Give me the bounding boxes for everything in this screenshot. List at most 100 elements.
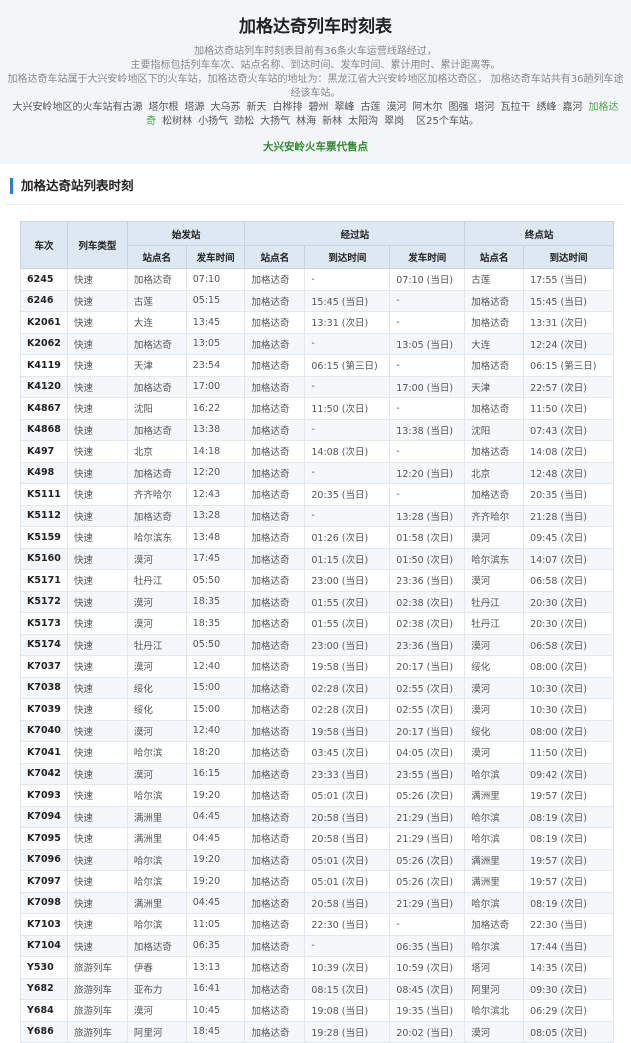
cell-train-number[interactable]: K7094: [20, 805, 68, 828]
cell-origin-depart: 19:20: [185, 870, 246, 893]
cell-train-number[interactable]: K2062: [20, 332, 68, 355]
cell-origin-station: 漠河: [126, 999, 187, 1022]
cell-via-station: 加格达奇: [244, 612, 306, 635]
cell-train-number[interactable]: K5173: [20, 612, 68, 635]
cell-train-number[interactable]: K4120: [20, 375, 68, 398]
cell-train-type: 快速: [66, 719, 128, 742]
cell-train-number[interactable]: K497: [20, 440, 68, 463]
cell-train-number[interactable]: K7093: [20, 784, 68, 807]
table-row: K7042 快速 漠河 16:15 加格达奇 23:33 (当日) 23:55 (当日) 哈尔…: [20, 762, 614, 785]
cell-train-number[interactable]: Y686: [20, 1020, 68, 1043]
cell-train-type: 快速: [66, 891, 128, 914]
cell-origin-depart: 15:00: [185, 676, 246, 699]
cell-train-number[interactable]: K7096: [20, 848, 68, 871]
city-item[interactable]: 劲松: [234, 116, 254, 127]
cell-dest-station: 漠河: [464, 633, 525, 656]
city-item[interactable]: 塔河: [475, 102, 495, 113]
city-item[interactable]: 绣峰: [537, 102, 557, 113]
city-item[interactable]: 塔尔根: [149, 102, 179, 113]
cell-train-number[interactable]: K7042: [20, 762, 68, 785]
cell-origin-depart: 05:50: [185, 569, 246, 592]
city-item[interactable]: 漠河: [387, 102, 407, 113]
city-item[interactable]: 林海: [296, 116, 316, 127]
city-item[interactable]: 嘉河: [563, 102, 583, 113]
col-sub-origin-depart: 发车时间: [185, 245, 246, 269]
cell-train-number[interactable]: K4868: [20, 418, 68, 441]
cell-dest-station: 哈尔滨: [464, 762, 525, 785]
cell-train-number[interactable]: K5171: [20, 569, 68, 592]
cell-dest-arrive: 08:19 (次日): [523, 891, 614, 914]
city-item[interactable]: 新林: [322, 116, 342, 127]
city-item[interactable]: 图强: [449, 102, 469, 113]
cell-train-number[interactable]: K4867: [20, 397, 68, 420]
table-row: K4119 快速 天津 23:54 加格达奇 06:15 (第三日) - 加格达奇 06:15 …: [20, 354, 614, 377]
cell-dest-arrive: 12:24 (次日): [523, 332, 614, 355]
cell-train-number[interactable]: K7037: [20, 655, 68, 678]
city-item[interactable]: 古莲: [361, 102, 381, 113]
table-row: K7103 快速 哈尔滨 11:05 加格达奇 22:30 (当日) - 加格达奇 22:30 …: [20, 913, 614, 936]
cell-origin-station: 沈阳: [126, 397, 187, 420]
city-item[interactable]: 古源: [123, 102, 143, 113]
table-row: K5160 快速 漠河 17:45 加格达奇 01:15 (次日) 01:50 (次日) 哈尔…: [20, 547, 614, 570]
cell-train-type: 快速: [66, 913, 128, 936]
cell-train-number[interactable]: K2061: [20, 311, 68, 334]
cell-via-station: 加格达奇: [244, 461, 306, 484]
cell-via-arrive: 08:15 (次日): [304, 977, 391, 1000]
cell-train-number[interactable]: Y530: [20, 956, 68, 979]
cell-train-number[interactable]: K5172: [20, 590, 68, 613]
city-item[interactable]: 松树林: [162, 116, 192, 127]
city-item[interactable]: 碧州: [309, 102, 329, 113]
cell-train-number[interactable]: K5112: [20, 504, 68, 527]
cell-via-arrive: -: [304, 375, 391, 398]
cell-train-number[interactable]: Y682: [20, 977, 68, 1000]
cell-via-station: 加格达奇: [244, 418, 306, 441]
cell-dest-station: 天津: [464, 375, 525, 398]
city-item[interactable]: 大乌苏: [211, 102, 241, 113]
table-row: Y686 旅游列车 阿里河 18:45 加格达奇 19:28 (当日) 20:02 (当日)…: [20, 1020, 614, 1043]
city-item[interactable]: 瓦拉干: [501, 102, 531, 113]
table-row: K4867 快速 沈阳 16:22 加格达奇 11:50 (次日) - 加格达奇 11:50 (…: [20, 397, 614, 420]
city-item[interactable]: 塔源: [185, 102, 205, 113]
cell-origin-depart: 12:40: [185, 655, 246, 678]
ticket-agency-link[interactable]: 大兴安岭火车票代售点: [6, 139, 625, 154]
cell-train-number[interactable]: K7038: [20, 676, 68, 699]
cell-train-type: 快速: [66, 332, 128, 355]
cell-train-number[interactable]: K7097: [20, 870, 68, 893]
city-item[interactable]: 翠岗: [384, 116, 404, 127]
col-sub-dest-station: 站点名: [464, 245, 525, 269]
cell-dest-arrive: 21:28 (当日): [523, 504, 614, 527]
cell-train-number[interactable]: K7095: [20, 827, 68, 850]
cell-train-number[interactable]: K4119: [20, 354, 68, 377]
cell-train-number[interactable]: K498: [20, 461, 68, 484]
cell-via-arrive: 05:01 (次日): [304, 848, 391, 871]
cell-train-number[interactable]: K5160: [20, 547, 68, 570]
cell-train-number[interactable]: 6246: [20, 289, 68, 312]
city-item[interactable]: 小扬气: [198, 116, 228, 127]
city-item[interactable]: 翠峰: [335, 102, 355, 113]
cell-train-number[interactable]: 6245: [20, 268, 68, 291]
cell-train-number[interactable]: K7103: [20, 913, 68, 936]
cell-train-number[interactable]: K5159: [20, 526, 68, 549]
cell-via-arrive: 13:31 (次日): [304, 311, 391, 334]
cell-train-number[interactable]: K7098: [20, 891, 68, 914]
cell-train-number[interactable]: K7039: [20, 698, 68, 721]
city-item[interactable]: 太阳沟: [348, 116, 378, 127]
city-item[interactable]: 白桦排: [273, 102, 303, 113]
cell-train-number[interactable]: K7041: [20, 741, 68, 764]
cell-train-number[interactable]: Y684: [20, 999, 68, 1022]
city-item[interactable]: 大扬气: [260, 116, 290, 127]
cell-dest-arrive: 22:30 (当日): [523, 913, 614, 936]
cell-train-number[interactable]: K7104: [20, 934, 68, 957]
cell-dest-arrive: 15:45 (当日): [523, 289, 614, 312]
cell-train-type: 快速: [66, 805, 128, 828]
cell-train-number[interactable]: K7040: [20, 719, 68, 742]
cell-dest-station: 满洲里: [464, 870, 525, 893]
table-row: K5159 快速 哈尔滨东 13:48 加格达奇 01:26 (次日) 01:58 (次日)…: [20, 526, 614, 549]
city-item[interactable]: 新天: [247, 102, 267, 113]
cell-origin-depart: 16:15: [185, 762, 246, 785]
cell-train-number[interactable]: K5174: [20, 633, 68, 656]
city-item[interactable]: 阿木尔: [413, 102, 443, 113]
cell-dest-arrive: 09:45 (次日): [523, 526, 614, 549]
cell-train-number[interactable]: K5111: [20, 483, 68, 506]
cell-via-station: 加格达奇: [244, 698, 306, 721]
